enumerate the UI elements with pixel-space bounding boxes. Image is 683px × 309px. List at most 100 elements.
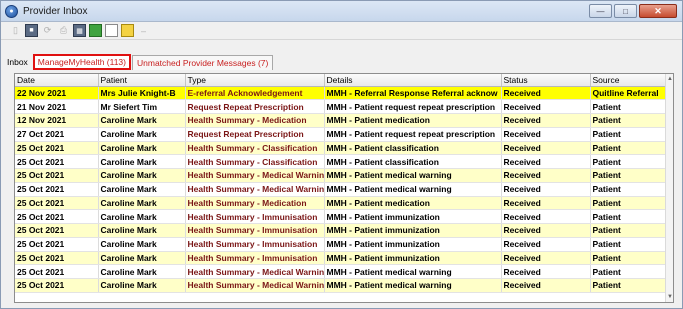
inbox-tabs: Inbox ManageMyHealth (113) Unmatched Pro… bbox=[1, 53, 682, 70]
table-row[interactable]: 25 Oct 2021 Caroline Mark Health Summary -… bbox=[15, 168, 670, 183]
cell-source: Patient bbox=[590, 209, 670, 224]
table-row[interactable]: 25 Oct 2021 Caroline Mark Health Summary -… bbox=[15, 264, 670, 279]
column-header-date[interactable]: Date bbox=[15, 74, 99, 87]
cell-status: Received bbox=[501, 251, 591, 266]
table-row[interactable]: 25 Oct 2021 Caroline Mark Health Summary -… bbox=[15, 141, 670, 156]
grid-icon[interactable]: ▦ bbox=[73, 24, 86, 37]
table-row[interactable]: 25 Oct 2021 Caroline Mark Health Summary -… bbox=[15, 251, 670, 266]
cell-details: MMH - Patient classification bbox=[324, 154, 502, 169]
cell-type: Health Summary - Medication bbox=[185, 113, 325, 128]
cell-status: Received bbox=[501, 196, 591, 211]
cell-patient: Caroline Mark bbox=[98, 223, 186, 238]
cell-date: 25 Oct 2021 bbox=[15, 223, 99, 238]
cell-type: Health Summary - Medication bbox=[185, 196, 325, 211]
table-row[interactable]: 25 Oct 2021 Caroline Mark Health Summary -… bbox=[15, 237, 670, 252]
yellow-note-icon[interactable] bbox=[121, 24, 134, 37]
table-row[interactable]: 25 Oct 2021 Caroline Mark Health Summary -… bbox=[15, 182, 670, 197]
scroll-down-arrow-icon[interactable]: ▼ bbox=[666, 292, 673, 302]
window-controls: — □ ✕ bbox=[589, 4, 677, 18]
cell-type: Health Summary - Immunisation bbox=[185, 251, 325, 266]
cell-date: 25 Oct 2021 bbox=[15, 154, 99, 169]
table-header-row: Date Patient Type Details Status Source bbox=[15, 74, 670, 87]
column-header-type[interactable]: Type bbox=[185, 74, 325, 87]
cell-details: MMH - Patient request repeat prescriptio… bbox=[324, 99, 502, 114]
blank-page-icon[interactable] bbox=[105, 24, 118, 37]
tab-inbox[interactable]: Inbox bbox=[4, 57, 32, 70]
inbox-grid: Date Patient Type Details Status Source … bbox=[14, 73, 674, 303]
cell-patient: Mr Siefert Tim bbox=[98, 99, 186, 114]
cell-patient: Caroline Mark bbox=[98, 141, 186, 156]
cell-source: Patient bbox=[590, 113, 670, 128]
cell-type: Health Summary - Medical Warnin bbox=[185, 264, 325, 279]
cell-status: Received bbox=[501, 141, 591, 156]
table-row[interactable]: 22 Nov 2021 Mrs Julie Knight-B E-referral … bbox=[15, 86, 670, 101]
table-row[interactable]: 12 Nov 2021 Caroline Mark Health Summary -… bbox=[15, 113, 670, 128]
cell-status: Received bbox=[501, 154, 591, 169]
cell-source: Patient bbox=[590, 196, 670, 211]
app-icon: ● bbox=[5, 4, 18, 18]
cell-date: 25 Oct 2021 bbox=[15, 168, 99, 183]
cell-patient: Caroline Mark bbox=[98, 209, 186, 224]
cell-type: Health Summary - Medical Warnin bbox=[185, 168, 325, 183]
table-row[interactable]: 27 Oct 2021 Caroline Mark Request Repeat P… bbox=[15, 127, 670, 142]
cell-status: Received bbox=[501, 209, 591, 224]
cell-date: 25 Oct 2021 bbox=[15, 209, 99, 224]
title-bar[interactable]: ● Provider Inbox — □ ✕ bbox=[1, 1, 682, 22]
column-header-details[interactable]: Details bbox=[324, 74, 502, 87]
cell-patient: Caroline Mark bbox=[98, 251, 186, 266]
cell-patient: Caroline Mark bbox=[98, 113, 186, 128]
cell-status: Received bbox=[501, 223, 591, 238]
close-button[interactable]: ✕ bbox=[639, 4, 677, 18]
cell-details: MMH - Patient request repeat prescriptio… bbox=[324, 127, 502, 142]
cell-details: MMH - Patient immunization bbox=[324, 223, 502, 238]
cell-status: Received bbox=[501, 278, 591, 293]
column-header-patient[interactable]: Patient bbox=[98, 74, 186, 87]
cell-patient: Caroline Mark bbox=[98, 182, 186, 197]
tab-managemyhealth[interactable]: ManageMyHealth (113) bbox=[32, 54, 131, 70]
inbox-table: Date Patient Type Details Status Source … bbox=[15, 74, 670, 293]
cell-date: 22 Nov 2021 bbox=[15, 86, 99, 101]
cell-details: MMH - Patient medical warning bbox=[324, 168, 502, 183]
cell-source: Patient bbox=[590, 168, 670, 183]
cell-source: Quitline Referral bbox=[590, 86, 670, 101]
cell-status: Received bbox=[501, 99, 591, 114]
cell-type: E-referral Acknowledgement bbox=[185, 86, 325, 101]
cell-type: Request Repeat Prescription bbox=[185, 99, 325, 114]
green-square-icon[interactable] bbox=[89, 24, 102, 37]
cell-patient: Caroline Mark bbox=[98, 196, 186, 211]
table-row[interactable]: 25 Oct 2021 Caroline Mark Health Summary -… bbox=[15, 223, 670, 238]
minimize-button[interactable]: — bbox=[589, 4, 612, 18]
print-icon[interactable]: ⎙ bbox=[57, 24, 70, 37]
refresh-icon[interactable]: ⟳ bbox=[41, 24, 54, 37]
vertical-scrollbar[interactable]: ▲ ▼ bbox=[665, 74, 673, 302]
window-title: Provider Inbox bbox=[23, 5, 88, 17]
table-row[interactable]: 25 Oct 2021 Caroline Mark Health Summary -… bbox=[15, 196, 670, 211]
red-square-icon[interactable]: ■ bbox=[25, 24, 38, 37]
page-icon[interactable]: ▯ bbox=[9, 24, 22, 37]
cell-date: 25 Oct 2021 bbox=[15, 251, 99, 266]
maximize-button[interactable]: □ bbox=[614, 4, 637, 18]
table-row[interactable]: 25 Oct 2021 Caroline Mark Health Summary -… bbox=[15, 154, 670, 169]
more-icon[interactable]: – bbox=[137, 24, 150, 37]
cell-details: MMH - Patient medical warning bbox=[324, 182, 502, 197]
table-row[interactable]: 25 Oct 2021 Caroline Mark Health Summary -… bbox=[15, 278, 670, 293]
scroll-up-arrow-icon[interactable]: ▲ bbox=[666, 74, 673, 84]
cell-details: MMH - Patient classification bbox=[324, 141, 502, 156]
cell-details: MMH - Patient immunization bbox=[324, 209, 502, 224]
provider-inbox-window: ● Provider Inbox — □ ✕ ▯ ■ ⟳ ⎙ ▦ – Inbox… bbox=[0, 0, 683, 309]
cell-date: 25 Oct 2021 bbox=[15, 278, 99, 293]
column-header-status[interactable]: Status bbox=[501, 74, 591, 87]
cell-date: 27 Oct 2021 bbox=[15, 127, 99, 142]
table-row[interactable]: 21 Nov 2021 Mr Siefert Tim Request Repeat … bbox=[15, 99, 670, 114]
cell-type: Health Summary - Immunisation bbox=[185, 223, 325, 238]
cell-patient: Caroline Mark bbox=[98, 154, 186, 169]
cell-source: Patient bbox=[590, 99, 670, 114]
cell-date: 12 Nov 2021 bbox=[15, 113, 99, 128]
cell-source: Patient bbox=[590, 127, 670, 142]
tab-unmatched-provider-messages[interactable]: Unmatched Provider Messages (7) bbox=[132, 55, 274, 70]
column-header-source[interactable]: Source bbox=[590, 74, 670, 87]
table-row[interactable]: 25 Oct 2021 Caroline Mark Health Summary -… bbox=[15, 209, 670, 224]
cell-source: Patient bbox=[590, 278, 670, 293]
cell-details: MMH - Patient immunization bbox=[324, 237, 502, 252]
cell-type: Health Summary - Medical Warnin bbox=[185, 182, 325, 197]
